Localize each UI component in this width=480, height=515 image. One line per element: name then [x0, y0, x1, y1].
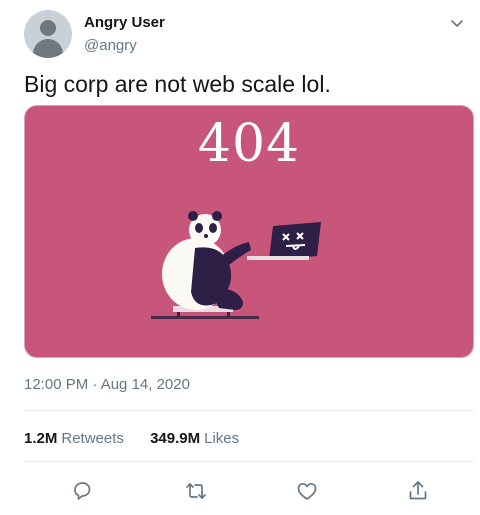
retweet-icon[interactable] — [184, 479, 208, 503]
tweet-stats: 1.2M Retweets 349.9M Likes — [24, 430, 261, 447]
reply-icon[interactable] — [70, 479, 94, 503]
tweet-text: Big corp are not web scale lol. — [24, 71, 331, 97]
avatar[interactable] — [24, 10, 72, 58]
likes-label: Likes — [204, 430, 240, 447]
tweet-media[interactable]: 404 — [24, 105, 474, 358]
likes-count: 349.9M — [150, 430, 201, 447]
retweets-stat[interactable]: 1.2M Retweets — [24, 430, 124, 447]
chevron-down-icon[interactable] — [448, 14, 466, 32]
share-icon[interactable] — [406, 479, 430, 503]
divider — [24, 461, 474, 462]
panda-laptop-illustration — [151, 211, 321, 319]
author-name[interactable]: Angry User — [84, 14, 165, 31]
tweet-card: Angry User @angry Big corp are not web s… — [0, 0, 480, 515]
retweets-label: Retweets — [61, 430, 124, 447]
tweet-timestamp[interactable]: 12:00 PM · Aug 14, 2020 — [24, 376, 190, 393]
author-handle[interactable]: @angry — [84, 37, 137, 54]
media-404-title: 404 — [197, 114, 301, 174]
divider — [24, 410, 474, 411]
retweets-count: 1.2M — [24, 430, 58, 447]
heart-icon[interactable] — [295, 479, 319, 503]
likes-stat[interactable]: 349.9M Likes — [150, 430, 239, 447]
